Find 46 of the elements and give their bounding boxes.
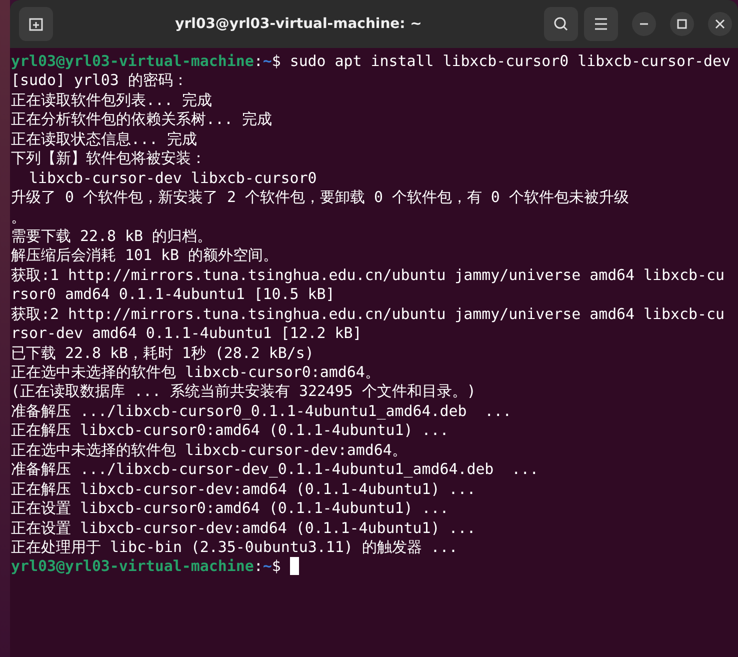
window-title: yrl03@yrl03-virtual-machine: ~ bbox=[174, 16, 423, 32]
output-line: 正在选中未选择的软件包 libxcb-cursor-dev:amd64。 bbox=[11, 440, 407, 459]
output-line: 正在读取软件包列表... 完成 bbox=[11, 90, 212, 109]
prompt-user-host: yrl03@yrl03-virtual-machine bbox=[11, 557, 254, 576]
output-line: 正在设置 libxcb-cursor0:amd64 (0.1.1-4ubuntu1) ... bbox=[11, 499, 449, 518]
output-line: 升级了 0 个软件包，新安装了 2 个软件包，要卸载 0 个软件包，有 0 个软件包未被升级 bbox=[11, 188, 629, 206]
output-line: rsor-dev amd64 0.1.1-4ubuntu1 [12.2 kB] bbox=[11, 324, 362, 342]
output-line: [sudo] yrl03 的密码： bbox=[11, 71, 188, 90]
menu-icon bbox=[594, 18, 608, 30]
output-line: 正在解压 libxcb-cursor0:amd64 (0.1.1-4ubuntu1) ... bbox=[11, 421, 449, 440]
output-line: 准备解压 .../libxcb-cursor-dev_0.1.1-4ubuntu1_amd64.deb ... bbox=[11, 460, 539, 478]
output-line: 正在选中未选择的软件包 libxcb-cursor0:amd64。 bbox=[11, 363, 380, 381]
output-line: 正在设置 libxcb-cursor-dev:amd64 (0.1.1-4ubuntu1) ... bbox=[11, 518, 476, 536]
prompt-symbol: $ bbox=[272, 557, 281, 576]
maximize-icon bbox=[677, 19, 687, 29]
close-button[interactable] bbox=[708, 12, 732, 36]
prompt-path: ~ bbox=[262, 557, 272, 576]
command-text: sudo apt install libxcb-cursor0 libxcb-cursor-dev bbox=[288, 52, 730, 70]
prompt-separator: : bbox=[254, 52, 263, 70]
output-line: 正在解压 libxcb-cursor-dev:amd64 (0.1.1-4ubuntu1) ... bbox=[11, 480, 476, 498]
output-line: 已下载 22.8 kB，耗时 1秒 (28.2 kB/s) bbox=[11, 344, 314, 362]
minimize-button[interactable] bbox=[632, 12, 656, 36]
output-line: rsor0 amd64 0.1.1-4ubuntu1 [10.5 kB] bbox=[11, 285, 335, 304]
search-button[interactable] bbox=[544, 7, 578, 41]
output-line: libxcb-cursor-dev libxcb-cursor0 bbox=[28, 168, 317, 187]
output-line: 正在分析软件包的依赖关系树... 完成 bbox=[11, 110, 272, 128]
output-line: 解压缩后会消耗 101 kB 的额外空间。 bbox=[11, 246, 278, 264]
output-line: 获取:2 http://mirrors.tuna.tsinghua.edu.cn/ubuntu jammy/universe amd64 libxcb-cu bbox=[11, 304, 724, 323]
prompt-separator: : bbox=[254, 557, 263, 576]
new-tab-button[interactable] bbox=[19, 7, 53, 41]
output-line: (正在读取数据库 ... 系统当前共安装有 322495 个文件和目录。) bbox=[11, 382, 476, 400]
prompt-path: ~ bbox=[262, 52, 272, 70]
output-line: 。 bbox=[11, 208, 26, 226]
output-line: 正在读取状态信息... 完成 bbox=[11, 130, 197, 148]
menu-button[interactable] bbox=[584, 7, 618, 41]
output-line: 准备解压 .../libxcb-cursor0_0.1.1-4ubuntu1_amd64.deb ... bbox=[11, 402, 512, 420]
output-line: 需要下载 22.8 kB 的归档。 bbox=[11, 226, 212, 245]
prompt-user-host: yrl03@yrl03-virtual-machine bbox=[11, 52, 254, 70]
close-icon bbox=[715, 19, 725, 29]
search-icon bbox=[553, 16, 569, 32]
prompt-symbol: $ bbox=[272, 52, 281, 70]
output-line: 获取:1 http://mirrors.tuna.tsinghua.edu.cn/ubuntu jammy/universe amd64 libxcb-cu bbox=[11, 266, 724, 284]
output-line: 正在处理用于 libc-bin (2.35-0ubuntu3.11) 的触发器 ... bbox=[11, 538, 458, 556]
maximize-button[interactable] bbox=[670, 12, 694, 36]
output-line: 下列【新】软件包将被安装： bbox=[11, 149, 206, 168]
new-tab-icon bbox=[28, 16, 44, 32]
